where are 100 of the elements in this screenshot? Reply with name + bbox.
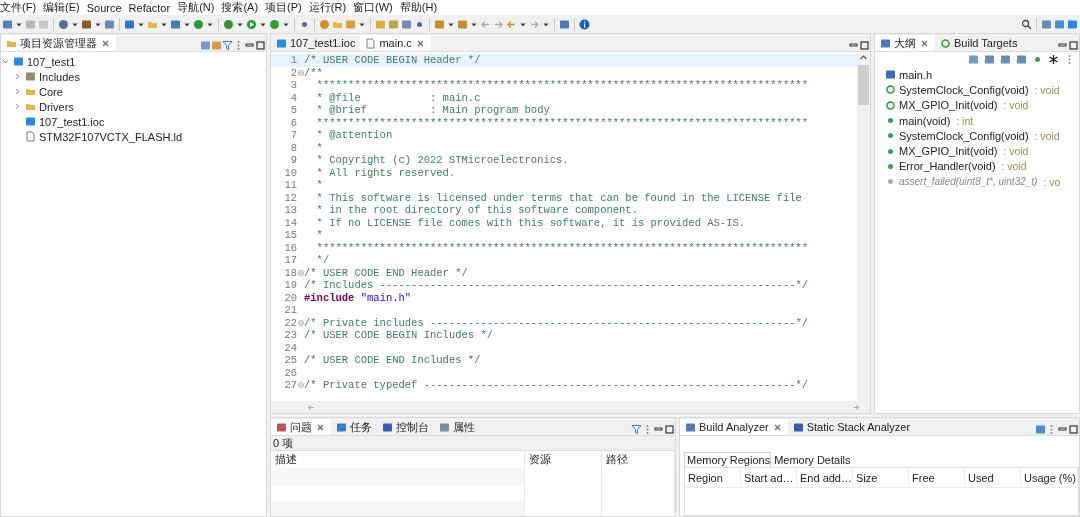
line-number: 26 — [283, 366, 297, 379]
code-line: /* Private includes ----------------------------------------------------------*/ — [304, 316, 809, 329]
folder-icon — [25, 86, 36, 97]
line-number: 1 — [289, 54, 297, 67]
fold-icon[interactable] — [297, 269, 304, 276]
code-line: ****************************************************************************** — [315, 241, 809, 254]
outline-item[interactable]: MX_GPIO_Init(void) : void — [875, 143, 1079, 159]
line-number: 20 — [283, 291, 297, 304]
code-line: * in the root directory of this software component. — [315, 204, 638, 217]
arrow-left-icon — [480, 18, 491, 30]
view-tab[interactable]: Build Analyzer — [680, 419, 788, 435]
view-tab[interactable]: 项目资源管理器 — [1, 35, 116, 51]
view-tab[interactable]: 控制台 — [377, 419, 434, 435]
menu-item[interactable]: 编辑(E) — [43, 0, 84, 15]
menu-item[interactable]: 导航(N) — [177, 0, 219, 15]
tree-item[interactable]: Core — [39, 85, 63, 98]
column-header[interactable]: Used — [965, 468, 1021, 488]
code-line: * If no LICENSE file comes with this software, it is provided AS-IS. — [315, 216, 746, 229]
view-tab[interactable]: main.c — [360, 35, 431, 51]
code-line: /* USER CODE END Header */ — [304, 266, 468, 279]
line-number: 25 — [283, 354, 297, 367]
arrow-right-icon — [493, 18, 504, 30]
code-line: * Copyright (c) 2022 STMicroelectronics. — [315, 154, 569, 167]
code-line: * All rights reserved. — [315, 166, 456, 179]
arrow-right-icon — [529, 18, 540, 30]
scrollbar-thumb[interactable] — [858, 65, 869, 105]
code-line: #include "main.h" — [304, 291, 412, 304]
code-line: /* USER CODE END Includes */ — [304, 354, 481, 367]
tree-item[interactable]: 107_test1 — [27, 55, 76, 68]
view-tab[interactable]: 属性 — [434, 419, 480, 435]
maximize-icon — [1068, 40, 1079, 51]
tree-item[interactable]: STM32F107VCTX_FLASH.ld — [39, 130, 183, 143]
code-line: /* USER CODE BEGIN Includes */ — [304, 329, 494, 342]
column-header[interactable]: Start ad… — [741, 468, 797, 488]
sub-tab[interactable]: Memory Details — [771, 452, 852, 467]
menu-item[interactable]: 项目(P) — [265, 0, 306, 15]
line-number: 22 — [283, 316, 297, 329]
play-icon — [246, 18, 257, 30]
fold-icon[interactable] — [297, 382, 304, 389]
menu-item[interactable]: Source — [86, 1, 126, 14]
line-number: 18 — [283, 266, 297, 279]
line-number: 23 — [283, 329, 297, 342]
line-number: 9 — [289, 154, 297, 167]
view-tab[interactable]: 问题 — [271, 419, 331, 435]
code-line: */ — [315, 254, 330, 267]
code-line: /* Private typedef -----------------------------------------------------------*/ — [304, 379, 809, 392]
tree-item[interactable]: Drivers — [39, 100, 74, 113]
column-header[interactable]: Region — [685, 468, 741, 488]
collapsed-chevron-icon[interactable] — [13, 71, 22, 82]
menu-item[interactable]: 窗口(W) — [353, 0, 397, 15]
column-header[interactable]: Free — [909, 468, 965, 488]
code-line: * @brief : Main program body — [315, 104, 550, 117]
tree-item[interactable]: 107_test1.ioc — [39, 115, 105, 128]
code-line: ****************************************************************************** — [315, 116, 809, 129]
line-number: 27 — [283, 379, 297, 392]
tree-item[interactable]: Includes — [39, 70, 80, 83]
view-tab[interactable]: 107_test1.ioc — [271, 35, 361, 51]
fold-icon[interactable] — [297, 69, 304, 76]
horizontal-scrollbar[interactable] — [271, 401, 870, 413]
view-tab[interactable]: Build Targets — [935, 35, 1023, 51]
outline-item[interactable]: SystemClock_Config(void) : void — [875, 82, 1079, 98]
code-line: /* USER CODE BEGIN Header */ — [304, 54, 481, 67]
menu-item[interactable]: 文件(F) — [0, 0, 41, 15]
line-number: 16 — [283, 241, 297, 254]
line-number: 19 — [283, 279, 297, 292]
info-icon — [579, 18, 590, 30]
outline-item[interactable]: main(void) : int — [875, 112, 1079, 129]
filter-icon — [222, 40, 233, 51]
menu-item[interactable]: 帮助(H) — [399, 0, 442, 15]
view-tab[interactable]: 大纲 — [875, 35, 935, 51]
line-number: 14 — [283, 216, 297, 229]
private-static-method-icon — [885, 99, 896, 111]
outline-item[interactable]: main.h — [875, 67, 1079, 83]
line-number: 21 — [283, 304, 297, 317]
function-filter-icon — [1032, 54, 1043, 65]
fold-icon[interactable] — [297, 319, 304, 326]
code-line: * — [315, 179, 323, 192]
collapsed-chevron-icon[interactable] — [13, 101, 22, 112]
sub-tab[interactable]: Memory Regions — [684, 452, 772, 467]
menu-item[interactable]: 搜索(A) — [221, 0, 263, 15]
menu-item[interactable]: 运行(R) — [308, 0, 351, 15]
outline-item[interactable]: assert_failed(uint8_t*, uint32_t) : vo — [875, 174, 1079, 190]
line-number: 10 — [283, 166, 297, 179]
column-header[interactable]: End add… — [797, 468, 853, 488]
column-header[interactable]: Usage (%) — [1021, 468, 1078, 488]
code-line: * @file : main.c — [315, 91, 481, 104]
view-tab[interactable]: 任务 — [331, 419, 377, 435]
collapsed-chevron-icon[interactable] — [13, 86, 22, 97]
menu-item[interactable]: Refactor — [128, 1, 175, 14]
line-number: 3 — [289, 79, 297, 92]
outline-item[interactable]: Error_Handler(void) : void — [875, 158, 1079, 175]
maximize-icon — [255, 40, 266, 51]
view-tab[interactable]: Static Stack Analyzer — [787, 419, 916, 435]
outline-item[interactable]: MX_GPIO_Init(void) : void — [875, 97, 1079, 113]
code-line: /** — [304, 66, 323, 79]
line-number: 5 — [289, 104, 297, 117]
line-number: 4 — [289, 91, 297, 104]
outline-item[interactable]: SystemClock_Config(void) : void — [875, 128, 1079, 144]
column-header[interactable]: Size — [853, 468, 909, 488]
vertical-scrollbar[interactable] — [857, 52, 870, 401]
